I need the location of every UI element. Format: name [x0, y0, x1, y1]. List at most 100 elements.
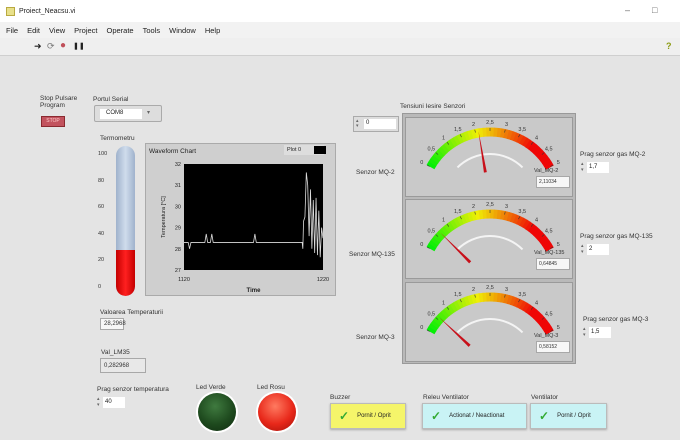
sensor-threshold-input[interactable]: ▴ ▾ 2 [581, 243, 609, 255]
gauge-tick-label: 1 [442, 300, 445, 306]
waveform-chart: Waveform Chart Plot 0 32 31 30 29 28 27 1120 12… [145, 143, 336, 296]
fan-button[interactable]: ✓ Pornit / Oprit [530, 403, 607, 429]
serial-port-label: Portul Serial [93, 96, 129, 103]
gauge-tick-label: 1,5 [454, 127, 462, 133]
gauge-tick-label: 4 [535, 300, 538, 306]
gauge-tick-label: 2,5 [486, 202, 494, 208]
thermometer-tick: 60 [98, 204, 105, 210]
sensor-threshold-input[interactable]: ▴ ▾ 1,7 [581, 161, 609, 173]
title-bar: Proiect_Neacsu.vi – □ [0, 0, 680, 22]
check-icon: ✓ [431, 409, 442, 423]
relay-label: Releu Ventilator [423, 394, 469, 401]
menu-view[interactable]: View [49, 26, 65, 35]
gauge-tick-label: 0,5 [427, 312, 435, 318]
thermometer-tick: 20 [98, 257, 105, 263]
sensors-label: Tensiuni Iesire Senzori [400, 103, 466, 110]
thermometer-tick: 0 [98, 283, 102, 290]
temp-threshold-input[interactable]: ▴ ▾ 40 [97, 396, 125, 408]
run-icon[interactable]: ➜ [34, 41, 42, 52]
gauge-tick-label: 0 [420, 242, 423, 248]
y-tick-label: 30 [175, 204, 181, 210]
sensor-threshold-value[interactable]: 1,7 [587, 161, 609, 173]
thermometer-tick: 100 [98, 151, 108, 157]
buzzer-text: Pornit / Oprit [357, 413, 391, 419]
menu-file[interactable]: File [6, 26, 18, 35]
gauge-tick-label: 4,5 [545, 229, 553, 235]
sensor-threshold-input[interactable]: ▴ ▾ 1,5 [583, 326, 611, 338]
temp-threshold-label: Prag senzor temperatura [97, 386, 169, 393]
sensor-gauge: 0 0,5 1 1,5 2 2,5 3 3,5 4 4,5 5 Val_MQ-3 0,58152 [405, 282, 573, 362]
temp-threshold-value[interactable]: 40 [103, 396, 125, 408]
gauge-tick-label: 2,5 [486, 285, 494, 291]
led-green [198, 393, 236, 431]
gauge-tick-label: 1,5 [454, 292, 462, 298]
gauge-base-arc [456, 153, 524, 169]
thermometer-tick: 80 [98, 177, 105, 184]
abort-icon[interactable]: ● [60, 40, 66, 51]
array-index-value[interactable]: 0 [364, 119, 396, 129]
fan-text: Pornit / Oprit [557, 413, 591, 419]
x-axis-label: Time [247, 288, 262, 294]
pause-icon[interactable]: ❚❚ [73, 42, 85, 50]
y-tick-label: 32 [175, 162, 181, 168]
stop-button[interactable]: STOP [41, 116, 65, 127]
check-icon: ✓ [339, 409, 350, 423]
gauge-base-arc [456, 235, 524, 251]
gauge-tick-label: 2 [472, 287, 475, 293]
serial-port-select[interactable]: COM8 ▾ [94, 105, 162, 122]
sensor-gauge: 0 0,5 1 1,5 2 2,5 3 3,5 4 4,5 5 Val_MQ-2 2,11034 [405, 117, 573, 197]
sensor-threshold-label: Prag senzor gas MQ-135 [580, 233, 653, 240]
temperature-label: Valoarea Temperaturii [100, 309, 163, 316]
menu-tools[interactable]: Tools [143, 26, 161, 35]
gauge-needle [438, 317, 471, 347]
lm35-value: 0,282968 [100, 358, 146, 373]
led-red [258, 393, 296, 431]
gauge-tick-label: 5 [557, 160, 560, 166]
gauge-tick-label: 3,5 [518, 209, 526, 215]
gauge-tick-label: 5 [557, 242, 560, 248]
gauge-tick-label: 0,5 [427, 229, 435, 235]
menu-project[interactable]: Project [74, 26, 97, 35]
gauge-tick-label: 4 [535, 217, 538, 223]
stop-label: Stop Pulsare Program [40, 95, 78, 109]
help-icon[interactable]: ? [666, 41, 672, 51]
run-continuous-icon[interactable]: ⟳ [47, 41, 55, 52]
thermometer-tick: 40 [98, 230, 105, 237]
chart-svg: 32 31 30 29 28 27 1120 1220 Time Temperatura [°C] [161, 162, 329, 294]
gauge-tick-label: 0 [420, 160, 423, 166]
x-tick-label: 1120 [178, 277, 190, 283]
sensor-gauge: 0 0,5 1 1,5 2 2,5 3 3,5 4 4,5 5 Val_MQ-135 0,64845 [405, 199, 573, 279]
gauge-tick-label: 3 [505, 204, 508, 210]
sensor-name: Senzor MQ-135 [349, 251, 395, 258]
fan-label: Ventilator [531, 394, 559, 401]
gauge-base-arc [456, 318, 524, 334]
y-tick-label: 27 [175, 268, 181, 274]
gauge-tick-label: 1 [442, 217, 445, 223]
vi-icon [6, 7, 15, 16]
sensor-threshold-value[interactable]: 1,5 [589, 326, 611, 338]
relay-button[interactable]: ✓ Actionat / Neactionat [422, 403, 527, 429]
gauge-tick-label: 2,5 [486, 120, 494, 126]
gauge-tick-label: 4,5 [545, 312, 553, 318]
serial-port-value: COM8 [100, 109, 142, 119]
chevron-down-icon: ▾ [147, 110, 151, 116]
gauge-tick-label: 0,5 [427, 147, 435, 153]
minimize-button[interactable]: – [625, 5, 630, 15]
menu-edit[interactable]: Edit [27, 26, 40, 35]
maximize-button[interactable]: □ [652, 5, 657, 15]
led-green-label: Led Verde [196, 384, 226, 391]
y-tick-label: 31 [175, 183, 181, 189]
menu-operate[interactable]: Operate [107, 26, 134, 35]
menu-window[interactable]: Window [169, 26, 196, 35]
gauge-value: 0,58152 [536, 341, 570, 353]
gauge-value: 0,64845 [536, 258, 570, 270]
array-index[interactable]: ▴ ▾ 0 [353, 116, 399, 132]
menu-help[interactable]: Help [205, 26, 220, 35]
gauge-tick-label: 1,5 [454, 209, 462, 215]
sensor-threshold-label: Prag senzor gas MQ-3 [583, 316, 649, 323]
sensor-threshold-value[interactable]: 2 [587, 243, 609, 255]
sensor-name: Senzor MQ-3 [356, 334, 395, 341]
buzzer-button[interactable]: ✓ Pornit / Oprit [330, 403, 406, 429]
stepper-icon[interactable]: ▴ ▾ [356, 119, 359, 129]
y-axis-label: Temperatura [°C] [161, 196, 167, 238]
